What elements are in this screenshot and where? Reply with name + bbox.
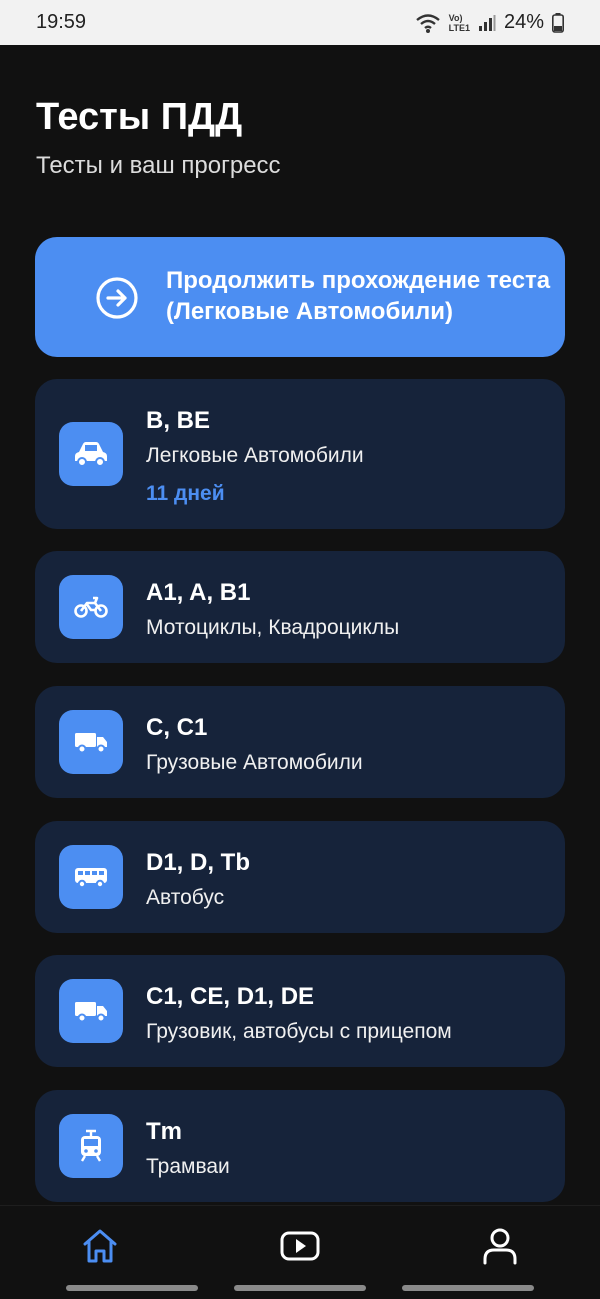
gesture-bar-right bbox=[402, 1285, 534, 1291]
network-label: Vo) LTE1 bbox=[449, 13, 470, 33]
category-icon-box bbox=[59, 710, 123, 774]
home-icon bbox=[83, 1229, 117, 1263]
battery-level: 24% bbox=[503, 11, 544, 33]
status-bar: 19:59 Vo) LTE1 24% bbox=[0, 0, 600, 45]
category-description: Мотоциклы, Квадроциклы bbox=[146, 616, 400, 639]
category-code: A1, A, B1 bbox=[146, 579, 251, 606]
category-icon-box bbox=[59, 575, 123, 639]
category-card-b[interactable]: B, BE Легковые Автомобили 11 дней bbox=[35, 379, 565, 529]
category-card-d[interactable]: D1, D, Tb Автобус bbox=[35, 821, 565, 933]
gesture-bar-left bbox=[66, 1285, 198, 1291]
category-icon-box bbox=[59, 979, 123, 1043]
category-code: Tm bbox=[146, 1118, 182, 1145]
category-days: 11 дней bbox=[146, 482, 225, 505]
category-description: Грузовые Автомобили bbox=[146, 751, 363, 774]
category-icon-box bbox=[59, 422, 123, 486]
page-subtitle: Тесты и ваш прогресс bbox=[36, 152, 281, 179]
gesture-bar-center bbox=[234, 1285, 366, 1291]
tram-icon bbox=[80, 1129, 102, 1162]
network-label-bottom: LTE1 bbox=[448, 22, 470, 33]
page-title: Тесты ПДД bbox=[36, 96, 243, 138]
network-label-top: Vo) bbox=[448, 12, 463, 23]
car-icon bbox=[75, 442, 107, 467]
arrow-right-circle-icon bbox=[96, 277, 138, 319]
battery-icon bbox=[552, 12, 564, 33]
signal-icon bbox=[478, 14, 496, 31]
bus-icon bbox=[75, 868, 107, 888]
truck-trailer-icon bbox=[75, 1002, 107, 1023]
category-card-tm[interactable]: Tm Трамваи bbox=[35, 1090, 565, 1202]
category-code: C1, CE, D1, DE bbox=[146, 983, 315, 1010]
motorcycle-icon bbox=[74, 596, 108, 618]
nav-home[interactable] bbox=[80, 1226, 120, 1266]
truck-icon bbox=[75, 733, 107, 754]
category-description: Трамваи bbox=[146, 1155, 230, 1178]
nav-profile[interactable] bbox=[480, 1226, 520, 1266]
category-description: Грузовик, автобусы с прицепом bbox=[146, 1020, 452, 1043]
category-description: Автобус bbox=[146, 886, 225, 909]
video-icon bbox=[280, 1231, 320, 1261]
status-time: 19:59 bbox=[36, 11, 87, 33]
profile-icon bbox=[483, 1228, 517, 1265]
continue-test-button[interactable]: Продолжить прохождение теста (Легковые А… bbox=[35, 237, 565, 357]
category-icon-box bbox=[59, 1114, 123, 1178]
status-icons: Vo) LTE1 24% bbox=[415, 11, 564, 34]
category-card-a[interactable]: A1, A, B1 Мотоциклы, Квадроциклы bbox=[35, 551, 565, 663]
category-code: B, BE bbox=[146, 407, 211, 434]
nav-video[interactable] bbox=[280, 1226, 320, 1266]
wifi-icon bbox=[415, 13, 440, 33]
category-code: D1, D, Tb bbox=[146, 849, 251, 876]
category-card-ce-de[interactable]: C1, CE, D1, DE Грузовик, автобусы с приц… bbox=[35, 955, 565, 1067]
continue-test-label: Продолжить прохождение теста (Легковые А… bbox=[166, 267, 551, 325]
category-icon-box bbox=[59, 845, 123, 909]
category-card-c[interactable]: C, C1 Грузовые Автомобили bbox=[35, 686, 565, 798]
category-code: C, C1 bbox=[146, 714, 208, 741]
category-description: Легковые Автомобили bbox=[146, 444, 364, 467]
